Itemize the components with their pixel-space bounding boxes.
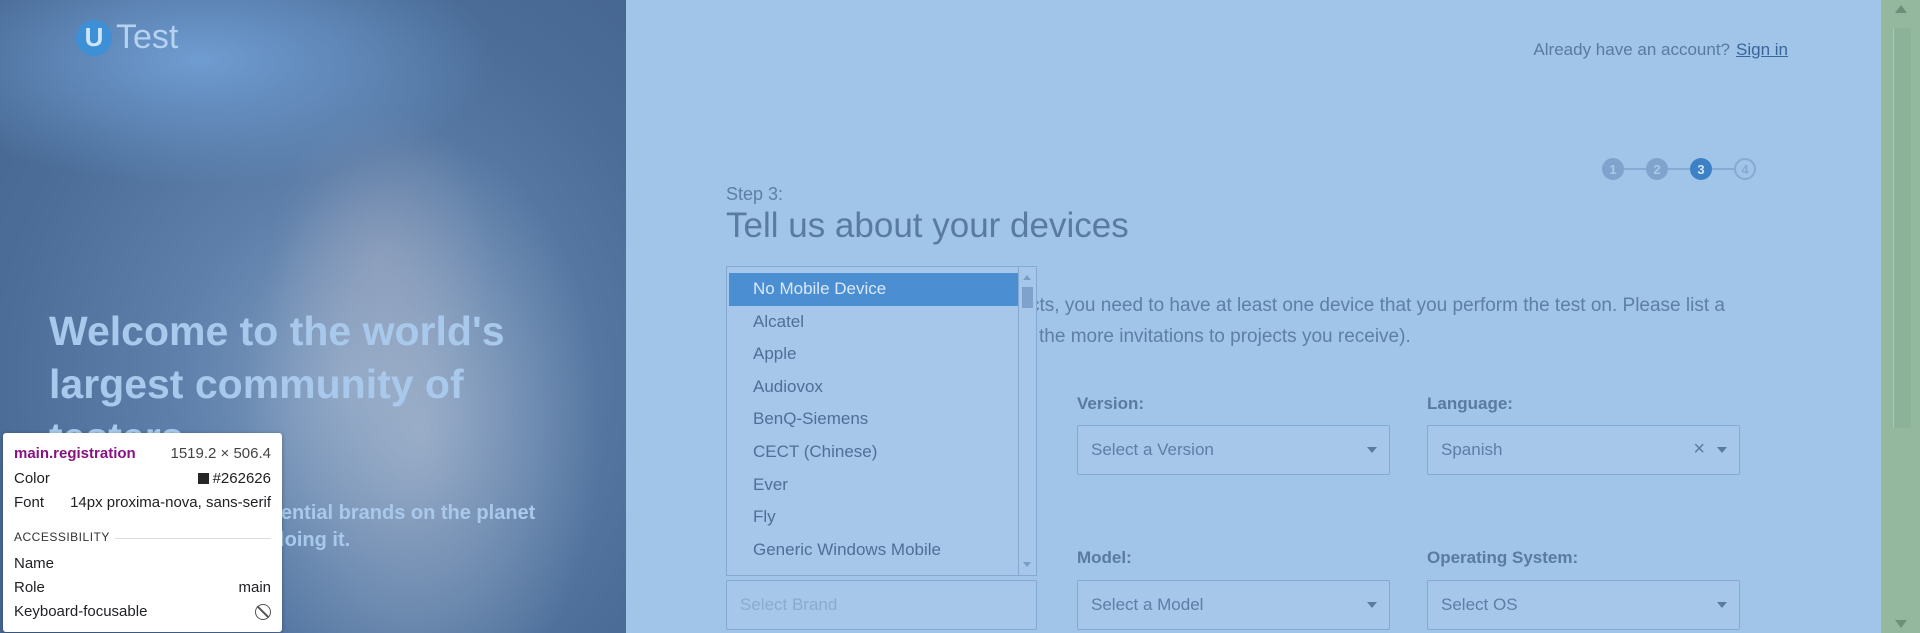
step-connector — [1668, 168, 1690, 170]
page-scroll-thumb[interactable] — [1893, 28, 1911, 428]
version-value: Select a Version — [1091, 440, 1214, 459]
sign-in-link[interactable]: Sign in — [1736, 40, 1788, 59]
step-label: Step 3: — [726, 184, 784, 204]
intro-line-1: cts, you need to have at least one devic… — [1030, 295, 1725, 316]
dropdown-scroll-thumb[interactable] — [1022, 287, 1033, 308]
not-focusable-icon — [255, 603, 271, 620]
dropdown-option[interactable]: Generic Windows Mobile — [727, 534, 1036, 567]
tooltip-size: 1519.2 × 506.4 — [170, 445, 271, 462]
dropdown-option[interactable]: BenQ-Siemens — [727, 403, 1036, 436]
step-1: 1 — [1602, 158, 1624, 180]
intro-line-2: the more invitations to projects you rec… — [1039, 326, 1411, 347]
scroll-up-icon[interactable] — [1895, 5, 1907, 13]
language-select[interactable]: Spanish × — [1427, 425, 1740, 475]
logo-mark: U — [76, 19, 112, 56]
os-select[interactable]: Select OS — [1427, 580, 1740, 630]
scroll-down-icon[interactable] — [1023, 562, 1031, 567]
dropdown-option[interactable]: Audiovox — [727, 371, 1036, 404]
scroll-down-icon[interactable] — [1895, 620, 1907, 628]
step-connector — [1712, 168, 1734, 170]
tooltip-color-label: Color — [14, 470, 50, 487]
version-label: Version: — [1077, 394, 1145, 413]
step-3: 3 — [1690, 158, 1712, 180]
dropdown-option[interactable]: Alcatel — [727, 306, 1036, 339]
page-scrollbar[interactable] — [1881, 0, 1920, 633]
chevron-down-icon — [1717, 602, 1727, 608]
step-connector — [1624, 168, 1646, 170]
tooltip-font-value: 14px proxima-nova, sans-serif — [70, 494, 271, 511]
intro-text: cts, you need to have at least one devic… — [1030, 290, 1790, 352]
tooltip-role-label: Role — [14, 579, 45, 596]
tooltip-name-label: Name — [14, 555, 55, 572]
chevron-down-icon — [1367, 602, 1377, 608]
clear-icon[interactable]: × — [1693, 438, 1705, 461]
chevron-down-icon — [1367, 447, 1377, 453]
tooltip-selector: main.registration — [14, 445, 136, 462]
dropdown-option[interactable]: No Mobile Device — [729, 273, 1023, 306]
account-text: Already have an account? — [1533, 40, 1731, 59]
tooltip-focus-label: Keyboard-focusable — [14, 603, 148, 620]
step-progress: 1 2 3 4 — [1602, 158, 1756, 180]
dropdown-option[interactable]: Ever — [727, 469, 1036, 502]
logo-word: Test — [116, 18, 179, 56]
language-label: Language: — [1427, 394, 1513, 413]
model-label: Model: — [1077, 548, 1132, 567]
language-value: Spanish — [1441, 440, 1503, 459]
os-label: Operating System: — [1427, 548, 1579, 567]
step-2: 2 — [1646, 158, 1668, 180]
model-value: Select a Model — [1091, 595, 1204, 614]
dropdown-option[interactable]: CECT (Chinese) — [727, 436, 1036, 469]
utest-logo[interactable]: U Test — [76, 18, 178, 57]
scroll-up-icon[interactable] — [1023, 275, 1031, 280]
dropdown-option[interactable]: GIGABYTE (Chinese) — [727, 566, 1036, 575]
tooltip-divider — [115, 538, 271, 539]
dropdown-scrollbar[interactable] — [1018, 267, 1036, 575]
brand-select[interactable]: Select Brand — [726, 580, 1037, 630]
os-value: Select OS — [1441, 595, 1518, 614]
account-prompt: Already have an account? Sign in — [1533, 40, 1788, 60]
tooltip-font-label: Font — [14, 494, 45, 511]
brand-dropdown-list[interactable]: No Mobile Device Alcatel Apple Audiovox … — [726, 266, 1037, 576]
model-select[interactable]: Select a Model — [1077, 580, 1390, 630]
version-select[interactable]: Select a Version — [1077, 425, 1390, 475]
brand-value: Select Brand — [740, 595, 838, 614]
tooltip-color-value: #262626 — [212, 470, 271, 487]
devtools-tooltip: main.registration 1519.2 × 506.4 Color #… — [3, 433, 282, 632]
dropdown-option[interactable]: Apple — [727, 338, 1036, 371]
tooltip-section-heading: ACCESSIBILITY — [14, 530, 110, 544]
tooltip-role-value: main — [238, 579, 271, 596]
step-4: 4 — [1734, 158, 1756, 180]
color-swatch-icon — [197, 473, 209, 484]
chevron-down-icon — [1717, 447, 1727, 453]
page-title: Tell us about your devices — [726, 206, 1129, 245]
dropdown-option[interactable]: Fly — [727, 501, 1036, 534]
